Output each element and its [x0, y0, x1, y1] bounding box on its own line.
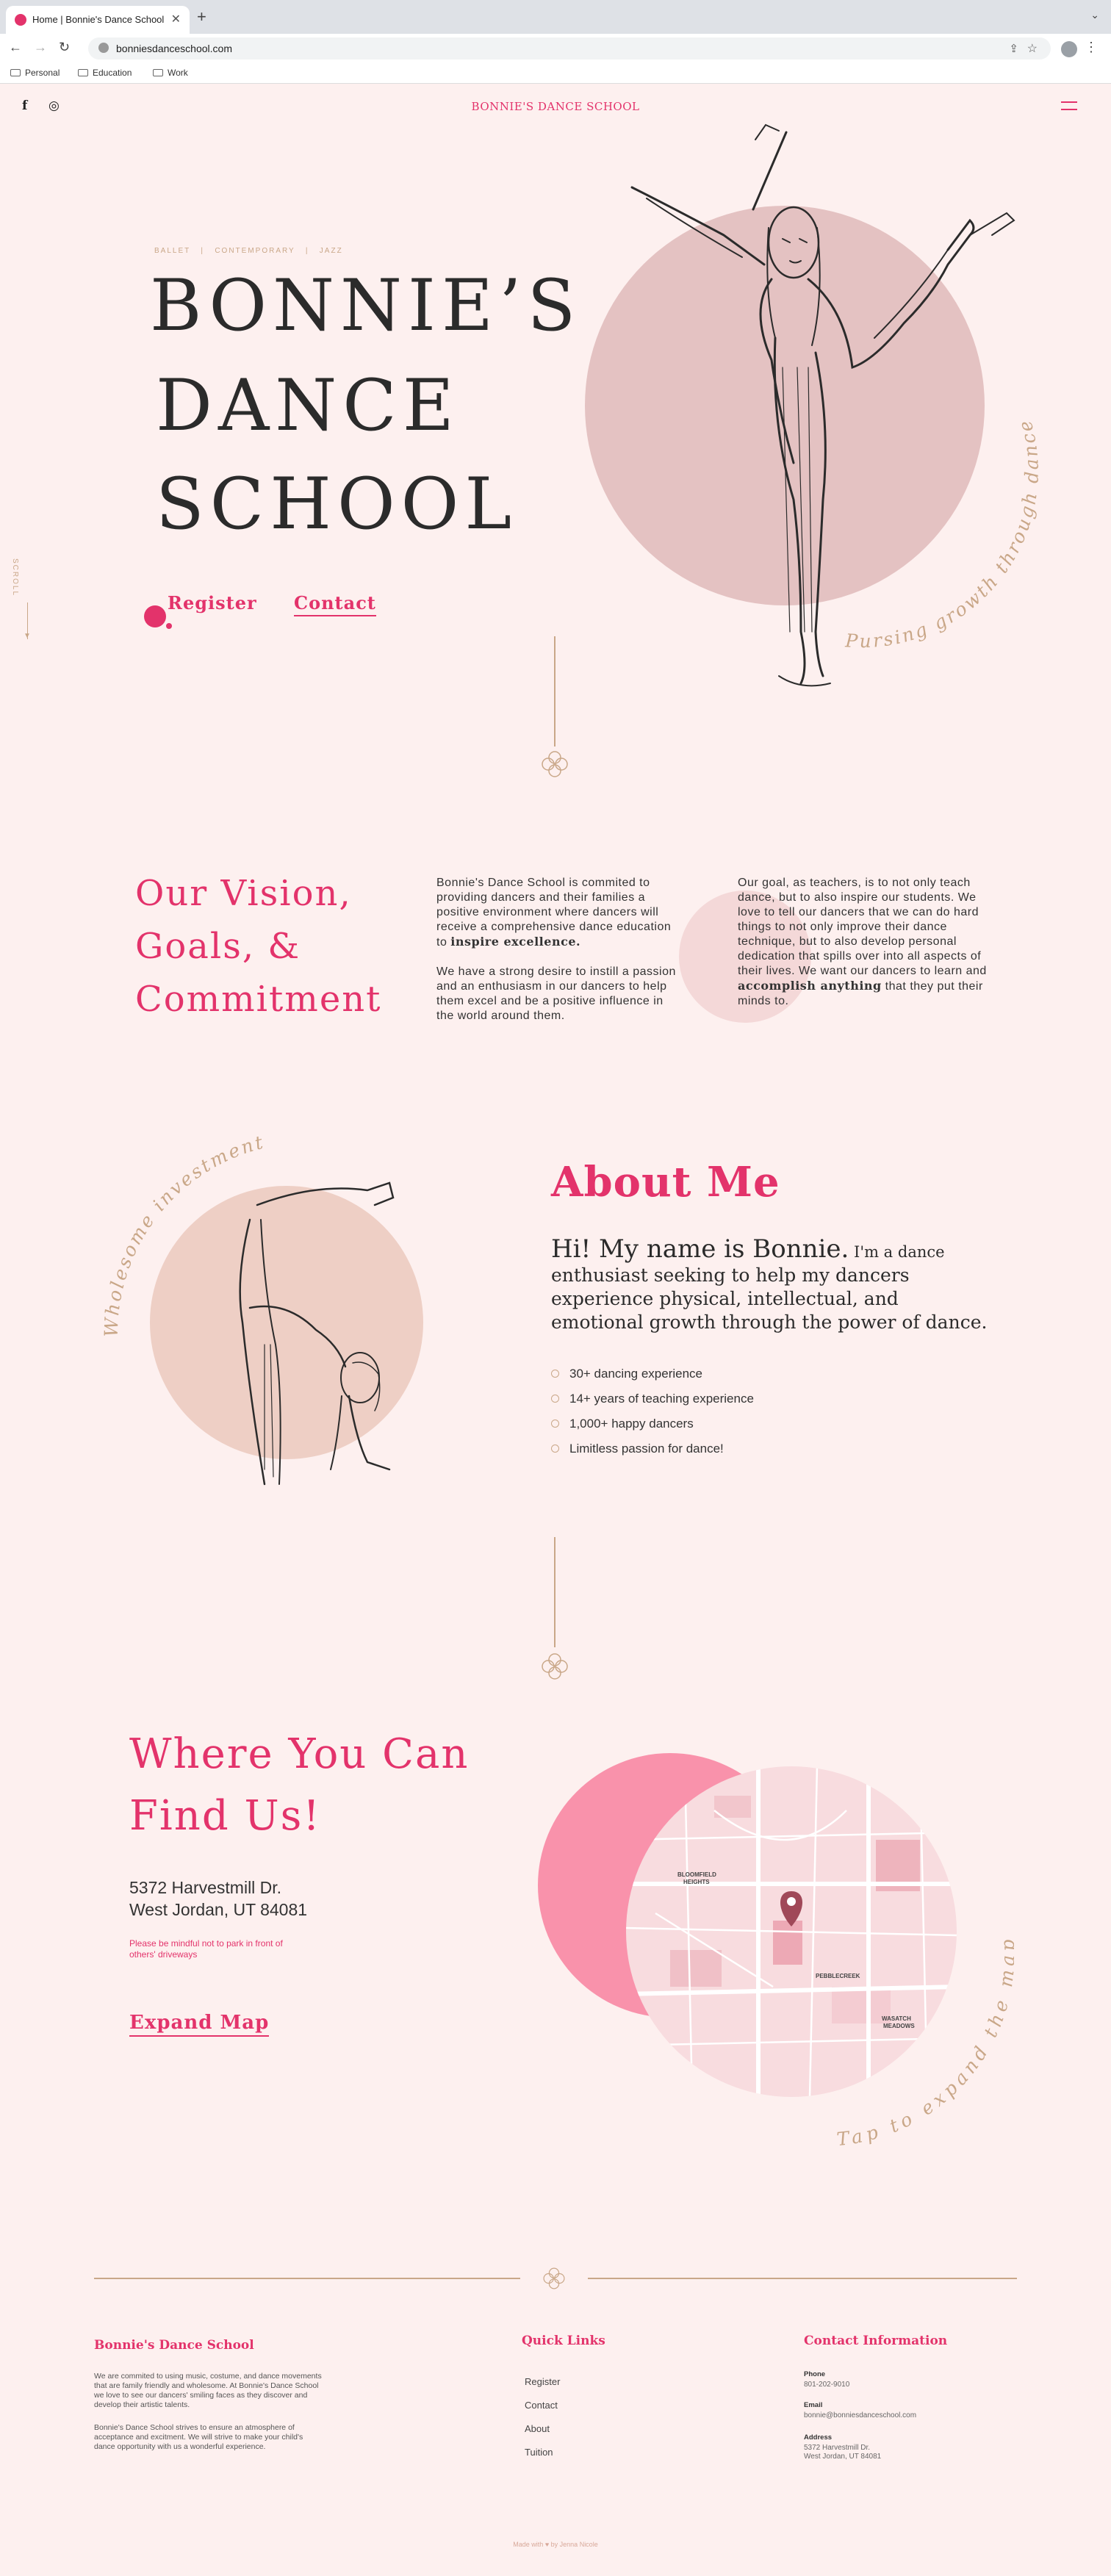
hero-title-line-3: SCHOOL [156, 463, 518, 545]
tab-title: Home | Bonnie's Dance School [32, 14, 165, 25]
accent-dot-small [166, 623, 172, 629]
hamburger-menu-icon[interactable] [1061, 101, 1077, 110]
list-item: Limitless passion for dance! [551, 1442, 724, 1456]
bullet-circle-icon [551, 1420, 559, 1428]
hero-title-line-2: DANCE [156, 364, 460, 447]
list-item: 30+ dancing experience [551, 1367, 702, 1381]
vision-paragraph-3: Our goal, as teachers, is to not only te… [738, 877, 987, 1007]
close-tab-icon[interactable]: ✕ [171, 12, 181, 26]
email-value[interactable]: bonnie@bonniesdanceschool.com [804, 2411, 916, 2420]
forward-icon[interactable]: → [34, 40, 47, 55]
find-us-title: Where You Can Find Us! [129, 1730, 470, 1840]
circle-caption: Pursing growth through dance [844, 417, 1043, 652]
expand-map-link[interactable]: Expand Map [129, 2012, 270, 2037]
browser-toolbar: ← → ↻ bonniesdanceschool.com ⇪ ☆ ⋮ [0, 34, 1111, 63]
reload-icon[interactable]: ↻ [59, 40, 70, 55]
section-divider-line [554, 636, 556, 746]
footer-link-contact[interactable]: Contact [525, 2400, 558, 2411]
footer-about-title: Bonnie's Dance School [94, 2338, 254, 2353]
section-divider-line [554, 1537, 556, 1647]
folder-icon [153, 69, 163, 76]
site-credit: Made with ♥ by Jenna Nicole [513, 2541, 598, 2548]
svg-text:Pursing growth through dance: Pursing growth through dance [844, 417, 1043, 652]
bookmark-work[interactable]: Work [153, 68, 188, 78]
browser-tab[interactable]: Home | Bonnie's Dance School ✕ [6, 6, 190, 34]
site-info-icon[interactable] [98, 43, 109, 53]
about-title: About Me [551, 1158, 780, 1206]
url-text[interactable]: bonniesdanceschool.com [116, 43, 232, 54]
vision-paragraph-2: We have a strong desire to instill a pas… [436, 965, 676, 1022]
footer-divider-line [588, 2278, 1017, 2279]
quick-links-title: Quick Links [522, 2334, 605, 2348]
accent-dot [144, 605, 166, 627]
bookmarks-bar: Personal Education Work [0, 63, 1111, 84]
share-icon[interactable]: ⇪ [1009, 42, 1018, 55]
footer-about-paragraph-2: Bonnie's Dance School strives to ensure … [94, 2423, 303, 2451]
address-bar[interactable]: bonniesdanceschool.com ⇪ ☆ [88, 37, 1051, 60]
address-label: Address [804, 2433, 833, 2442]
phone-value[interactable]: 801-202-9010 [804, 2381, 849, 2389]
address-line-1: 5372 Harvestmill Dr. [129, 1878, 282, 1897]
email-label: Email [804, 2401, 823, 2409]
svg-text:HEIGHTS: HEIGHTS [683, 1879, 710, 1885]
chevron-down-icon[interactable]: ⌄ [1090, 9, 1099, 21]
footer-link-register[interactable]: Register [525, 2376, 560, 2387]
vision-paragraph-1: Bonnie's Dance School is commited to pro… [436, 877, 672, 949]
register-link[interactable]: Register [168, 592, 257, 614]
footer-address-line-2: West Jordan, UT 84081 [804, 2453, 882, 2461]
bullet-circle-icon [551, 1444, 559, 1453]
contact-link[interactable]: Contact [294, 592, 376, 616]
browser-tab-bar: Home | Bonnie's Dance School ✕ + ⌄ [0, 0, 1111, 34]
profile-avatar-icon[interactable] [1061, 41, 1077, 57]
dance-styles-tagline: BALLET | CONTEMPORARY | JAZZ [154, 247, 343, 255]
list-item: 14+ years of teaching experience [551, 1392, 754, 1406]
footer-about-paragraph-1: We are commited to using music, costume,… [94, 2372, 322, 2409]
footer-address-line-1: 5372 Harvestmill Dr. [804, 2444, 871, 2452]
footer-link-tuition[interactable]: Tuition [525, 2447, 553, 2458]
bullet-circle-icon [551, 1370, 559, 1378]
back-icon[interactable]: ← [9, 40, 22, 55]
celtic-knot-icon [542, 751, 568, 777]
svg-text:Tap to expand the map: Tap to expand the map [835, 1935, 1014, 2150]
hero-title-line-1: BONNIE’S [150, 265, 582, 347]
arrow-down-icon: ▼ [24, 632, 31, 640]
parking-note: Please be mindful not to park in front o… [129, 1938, 283, 1960]
bookmark-personal[interactable]: Personal [10, 68, 60, 78]
vision-column-1: Bonnie's Dance School is commited to pro… [436, 876, 679, 1023]
footer-link-about[interactable]: About [525, 2423, 550, 2434]
bookmark-education[interactable]: Education [78, 68, 132, 78]
about-intro: Hi! My name is Bonnie. I'm a dance enthu… [551, 1234, 988, 1333]
contact-info-title: Contact Information [804, 2334, 948, 2348]
celtic-knot-icon [543, 2267, 565, 2289]
list-item: 1,000+ happy dancers [551, 1417, 694, 1431]
site-favicon-icon [15, 14, 26, 26]
folder-icon [10, 69, 21, 76]
vision-column-2: Our goal, as teachers, is to not only te… [738, 876, 988, 1009]
svg-text:BLOOMFIELD: BLOOMFIELD [677, 1871, 716, 1878]
new-tab-icon[interactable]: + [197, 7, 206, 26]
browser-menu-icon[interactable]: ⋮ [1085, 40, 1098, 55]
phone-label: Phone [804, 2370, 826, 2378]
bookmark-star-icon[interactable]: ☆ [1027, 41, 1038, 56]
site-brand[interactable]: BONNIE'S DANCE SCHOOL [0, 100, 1111, 113]
scroll-hint: SCROLL [11, 558, 19, 597]
celtic-knot-icon [542, 1653, 568, 1680]
address-line-2: West Jordan, UT 84081 [129, 1900, 308, 1919]
vision-heading: Our Vision, Goals, & Commitment [135, 873, 382, 1020]
bullet-circle-icon [551, 1395, 559, 1403]
folder-icon [78, 69, 88, 76]
footer-divider-line [94, 2278, 520, 2279]
map-caption: Tap to expand the map [835, 1935, 1014, 2150]
dancer-bending-illustration [239, 1181, 395, 1486]
